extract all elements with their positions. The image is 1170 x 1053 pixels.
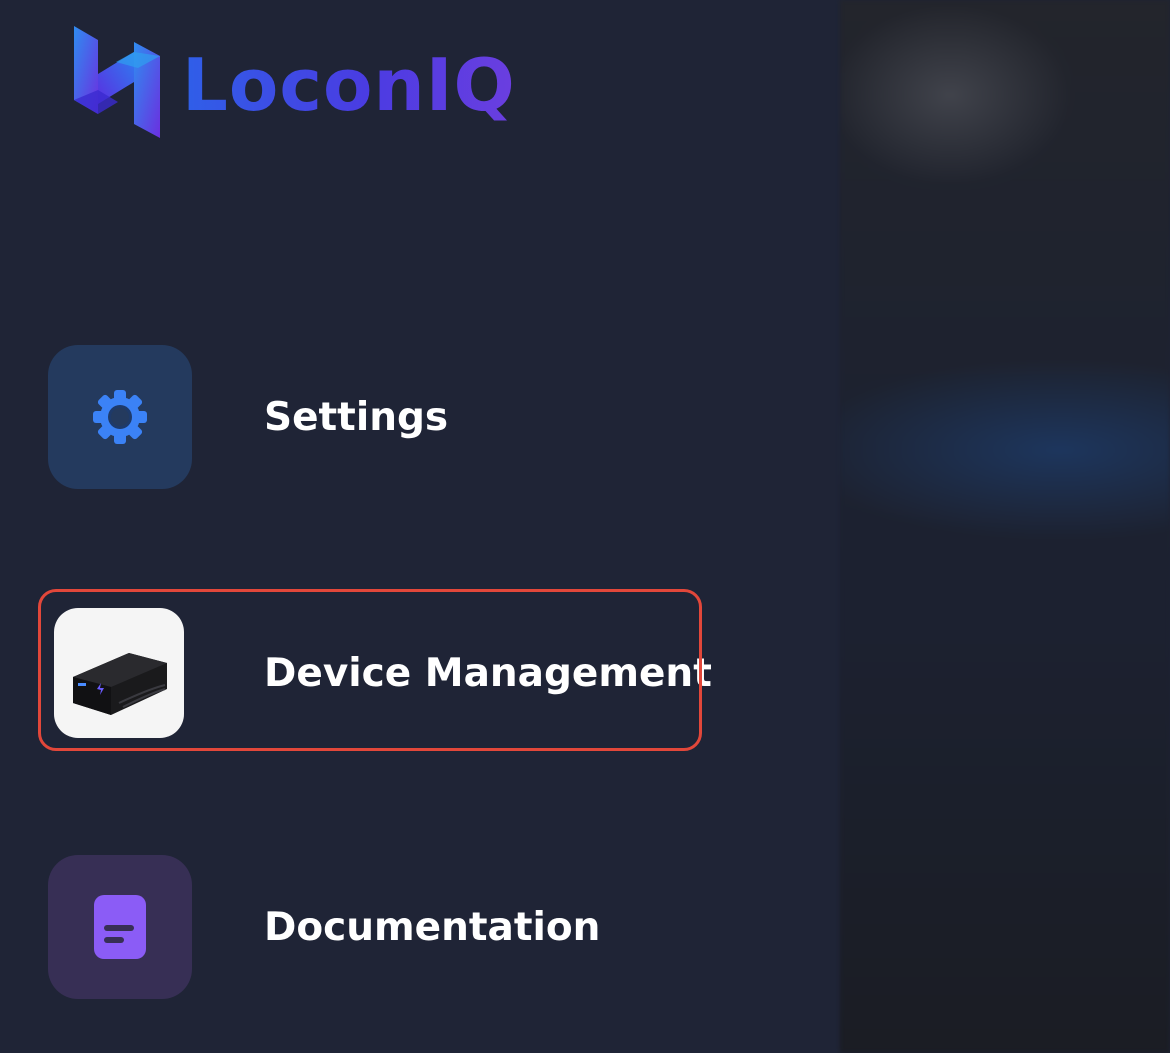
settings-icon-tile [48, 345, 192, 489]
menu-item-label: Device Management [264, 650, 712, 696]
documentation-icon-tile [48, 855, 192, 999]
gps-tracker-device-icon [73, 653, 167, 715]
app-screen: LoconIQ Settings Device Management Docum… [0, 0, 1170, 1053]
menu-item-documentation[interactable]: Documentation [48, 855, 688, 999]
brand-logo: LoconIQ [68, 22, 516, 142]
device-management-icon-tile [54, 608, 184, 738]
menu-item-device-management[interactable]: Device Management [48, 601, 712, 745]
menu-item-label: Documentation [264, 904, 601, 950]
loconiq-logo-icon [74, 26, 160, 138]
navigation-drawer: LoconIQ Settings Device Management Docum… [0, 0, 840, 1053]
document-icon [94, 895, 146, 959]
menu-item-settings[interactable]: Settings [48, 345, 688, 489]
dimmed-background-content[interactable] [840, 0, 1170, 1053]
menu-item-label: Settings [264, 394, 449, 440]
gear-icon [93, 390, 147, 444]
brand-name: LoconIQ [182, 43, 516, 127]
